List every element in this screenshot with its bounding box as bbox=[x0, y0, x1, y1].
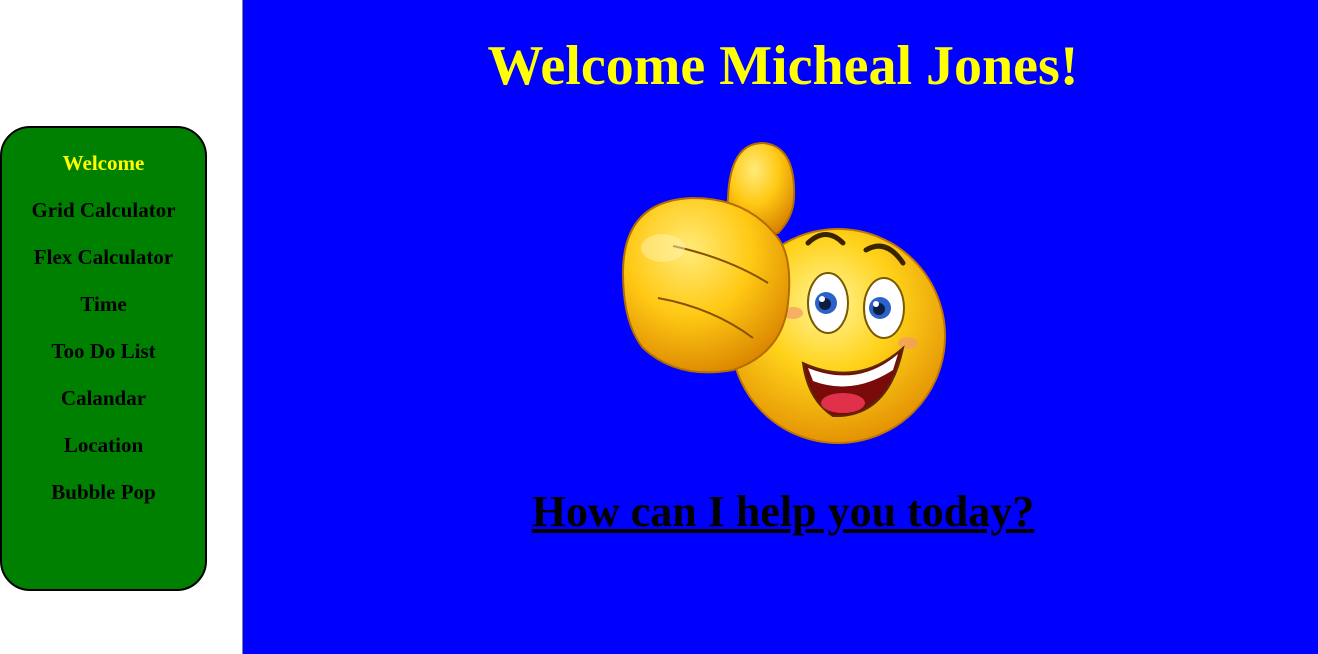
nav-item-welcome[interactable]: Welcome bbox=[2, 150, 205, 197]
nav-item-grid-calculator[interactable]: Grid Calculator bbox=[2, 197, 205, 244]
sidebar-nav: Welcome Grid Calculator Flex Calculator … bbox=[0, 126, 207, 591]
nav-item-time[interactable]: Time bbox=[2, 291, 205, 338]
nav-item-flex-calculator[interactable]: Flex Calculator bbox=[2, 244, 205, 291]
thumbs-up-smiley-icon bbox=[621, 141, 946, 444]
nav-list: Welcome Grid Calculator Flex Calculator … bbox=[2, 150, 205, 526]
nav-item-todo-list[interactable]: Too Do List bbox=[2, 338, 205, 385]
help-link[interactable]: How can I help you today? bbox=[243, 480, 1318, 544]
nav-item-bubble-pop[interactable]: Bubble Pop bbox=[2, 479, 205, 526]
left-pane: Welcome Grid Calculator Flex Calculator … bbox=[0, 0, 242, 654]
page-title: Welcome Micheal Jones! bbox=[487, 35, 1079, 97]
main-content: Welcome Micheal Jones! How can I help yo… bbox=[242, 0, 1318, 654]
page: Welcome Grid Calculator Flex Calculator … bbox=[0, 0, 1318, 654]
nav-item-location[interactable]: Location bbox=[2, 432, 205, 479]
nav-item-calendar[interactable]: Calandar bbox=[2, 385, 205, 432]
